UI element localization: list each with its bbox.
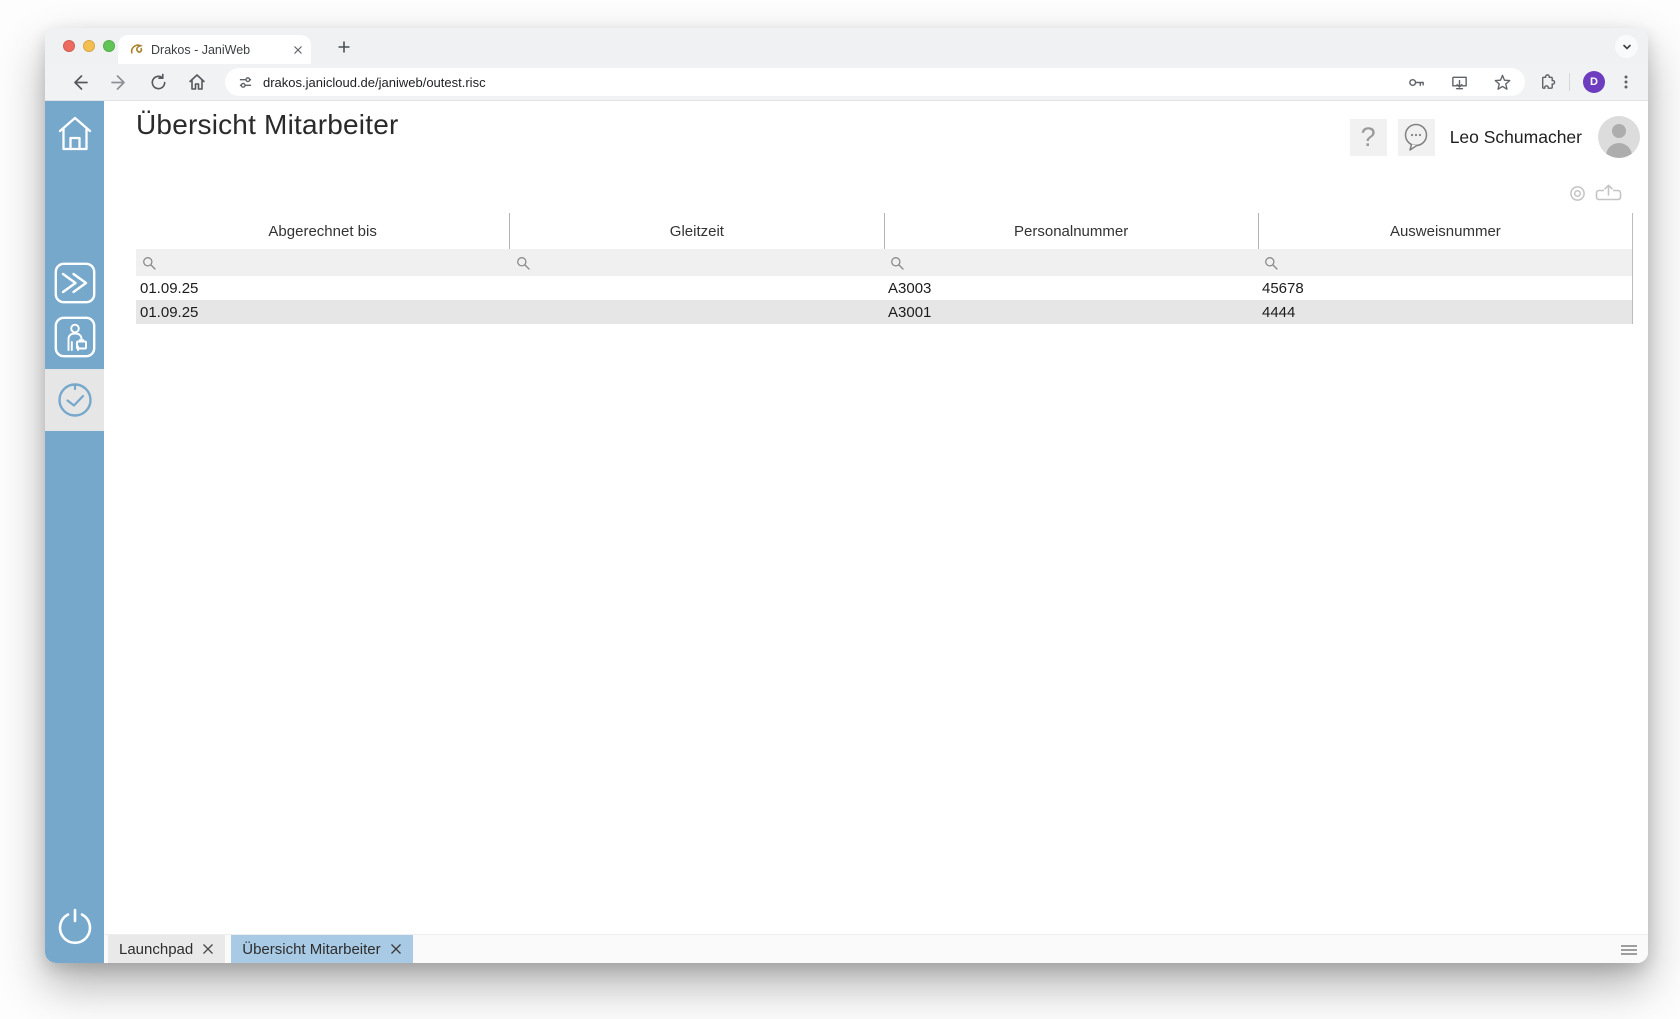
app-header-right: ? Leo Schumacher (1349, 116, 1640, 158)
clock-icon (57, 383, 92, 417)
table-row[interactable]: 01.09.25 A3001 4444 (136, 300, 1632, 324)
settings-target-icon[interactable] (1569, 185, 1586, 202)
zoom-window-button[interactable] (103, 40, 115, 52)
app-main: Übersicht Mitarbeiter ? Leo Schumacher A… (104, 101, 1648, 963)
site-info-icon[interactable] (238, 75, 253, 90)
home-icon (189, 74, 205, 90)
sidebar-item-logout[interactable] (45, 905, 104, 949)
search-icon (517, 256, 530, 270)
filter-input-personalnummer[interactable] (884, 249, 1258, 276)
table-header-row: Abgerechnet bis Gleitzeit Personalnummer… (136, 213, 1632, 249)
reload-button[interactable] (147, 71, 169, 93)
table-row[interactable]: 01.09.25 A3003 45678 (136, 276, 1632, 300)
sidebar-item-employees[interactable] (45, 316, 104, 358)
search-icon (891, 256, 904, 270)
close-icon[interactable] (390, 943, 402, 955)
browser-tab-strip: Drakos - JaniWeb (45, 28, 1648, 64)
filter-input-abgerechnet-bis[interactable] (136, 249, 510, 276)
cell-ausweisnummer: 45678 (1262, 279, 1304, 297)
back-button[interactable] (69, 71, 91, 93)
cell-personalnummer: A3001 (888, 303, 932, 321)
search-icon (143, 256, 156, 270)
sidebar-item-forward[interactable] (45, 262, 104, 304)
employee-icon (54, 316, 95, 358)
filter-input-ausweisnummer[interactable] (1258, 249, 1632, 276)
export-icon[interactable] (1595, 184, 1622, 202)
profile-avatar[interactable]: D (1583, 71, 1605, 93)
home-button[interactable] (186, 71, 208, 93)
password-key-icon[interactable] (1407, 73, 1426, 92)
cell-personalnummer: A3003 (888, 279, 932, 297)
bottom-tab-uebersicht-mitarbeiter[interactable]: Übersicht Mitarbeiter (231, 935, 413, 963)
grip-icon[interactable] (1621, 945, 1637, 955)
bottom-tab-label: Launchpad (119, 940, 194, 958)
bookmark-star-icon[interactable] (1493, 73, 1512, 92)
avatar-shoulders (1606, 143, 1632, 158)
app-bottom-tab-bar: Launchpad Übersicht Mitarbeiter (104, 934, 1648, 963)
double-chevron-icon (54, 262, 95, 304)
table-toolbar (1569, 184, 1622, 202)
avatar-head (1612, 124, 1626, 138)
power-icon (58, 908, 91, 944)
browser-window: Drakos - JaniWeb drakos.janicloud.de/jan… (45, 28, 1648, 963)
bottom-tab-launchpad[interactable]: Launchpad (108, 935, 226, 963)
toolbar-divider (1569, 73, 1570, 91)
tab-close-icon[interactable] (293, 45, 303, 55)
menu-kebab-icon[interactable] (1618, 74, 1634, 90)
help-button[interactable]: ? (1349, 118, 1387, 156)
url-text: drakos.janicloud.de/janiweb/outest.risc (263, 74, 486, 90)
cell-abgerechnet-bis: 01.09.25 (140, 303, 199, 321)
chat-bubble-icon (1404, 123, 1428, 151)
tab-search-button[interactable] (1615, 35, 1638, 58)
close-icon[interactable] (202, 943, 214, 955)
desktop-background: Drakos - JaniWeb drakos.janicloud.de/jan… (0, 0, 1680, 1019)
filter-input-gleitzeit[interactable] (510, 249, 884, 276)
column-header-ausweisnummer[interactable]: Ausweisnummer (1259, 213, 1632, 249)
forward-button[interactable] (108, 71, 130, 93)
toolbar-right-cluster: D (1537, 71, 1634, 93)
new-tab-button[interactable] (333, 36, 355, 58)
janiweb-app: Übersicht Mitarbeiter ? Leo Schumacher A… (45, 101, 1648, 963)
table-filter-row (136, 249, 1632, 276)
forward-arrow-icon (111, 75, 125, 90)
question-mark-icon: ? (1360, 121, 1376, 152)
cell-abgerechnet-bis: 01.09.25 (140, 279, 199, 297)
user-avatar[interactable] (1598, 116, 1640, 158)
cell-ausweisnummer: 4444 (1262, 303, 1296, 321)
install-app-icon[interactable] (1450, 73, 1469, 92)
bottom-tab-label: Übersicht Mitarbeiter (242, 940, 381, 958)
address-bar[interactable]: drakos.janicloud.de/janiweb/outest.risc (225, 68, 1525, 96)
employee-table: Abgerechnet bis Gleitzeit Personalnummer… (136, 213, 1633, 324)
page-title: Übersicht Mitarbeiter (136, 109, 399, 140)
browser-tab[interactable]: Drakos - JaniWeb (118, 35, 311, 64)
house-icon (58, 116, 91, 151)
minimize-window-button[interactable] (83, 40, 95, 52)
browser-toolbar: drakos.janicloud.de/janiweb/outest.risc (45, 64, 1648, 101)
feedback-button[interactable] (1397, 118, 1435, 156)
search-icon (1265, 256, 1278, 270)
column-header-personalnummer[interactable]: Personalnummer (885, 213, 1259, 249)
sidebar-item-home[interactable] (45, 112, 104, 156)
reload-icon (151, 73, 165, 89)
column-header-gleitzeit[interactable]: Gleitzeit (510, 213, 885, 249)
column-header-abgerechnet-bis[interactable]: Abgerechnet bis (136, 213, 511, 249)
browser-tab-title: Drakos - JaniWeb (151, 42, 251, 57)
back-arrow-icon (74, 75, 88, 90)
site-favicon-icon (129, 42, 144, 57)
close-window-button[interactable] (63, 40, 75, 52)
app-sidebar (45, 101, 104, 963)
traffic-lights (63, 40, 115, 52)
chevron-down-icon (1622, 44, 1631, 50)
extensions-icon[interactable] (1537, 73, 1556, 92)
sidebar-item-time-active[interactable] (45, 369, 104, 431)
user-name: Leo Schumacher (1449, 126, 1582, 147)
